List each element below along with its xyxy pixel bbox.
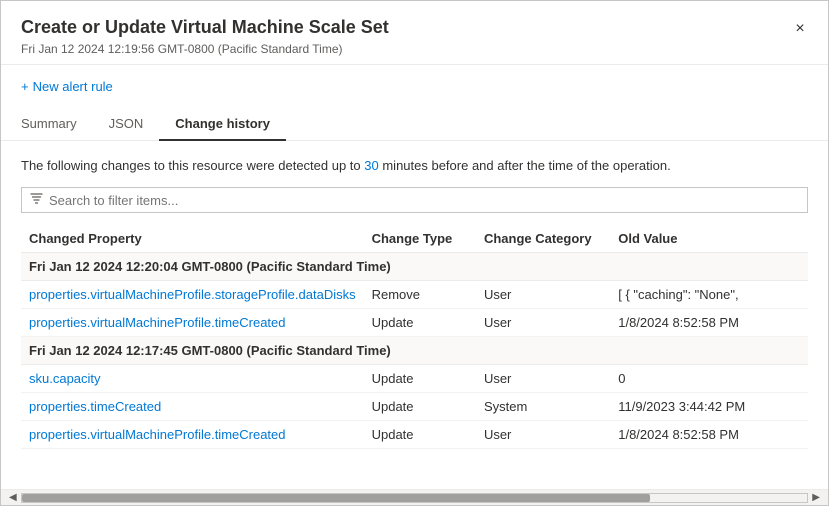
old-value-cell: 11/9/2023 3:44:42 PM [610, 393, 808, 421]
change-history-table: Changed Property Change Type Change Cate… [21, 225, 808, 449]
info-suffix: minutes before and after the time of the… [379, 158, 671, 173]
tab-change-history[interactable]: Change history [159, 108, 286, 141]
old-value-cell: 1/8/2024 8:52:58 PM [610, 421, 808, 449]
change-type-cell: Update [364, 421, 476, 449]
group-label: Fri Jan 12 2024 12:20:04 GMT-0800 (Pacif… [21, 253, 808, 281]
tab-summary[interactable]: Summary [21, 108, 93, 141]
property-cell[interactable]: properties.virtualMachineProfile.storage… [21, 281, 364, 309]
table-header-row: Changed Property Change Type Change Cate… [21, 225, 808, 253]
info-highlight: 30 [364, 158, 378, 173]
search-input[interactable] [49, 193, 799, 208]
property-cell[interactable]: properties.virtualMachineProfile.timeCre… [21, 421, 364, 449]
tab-json[interactable]: JSON [93, 108, 160, 141]
change-type-cell: Remove [364, 281, 476, 309]
table-row: properties.virtualMachineProfile.storage… [21, 281, 808, 309]
dialog-container: Create or Update Virtual Machine Scale S… [1, 1, 828, 505]
horizontal-scrollbar[interactable]: ◀ ▶ [1, 489, 828, 505]
scroll-right-arrow[interactable]: ▶ [808, 492, 824, 503]
change-category-cell: User [476, 365, 610, 393]
change-type-cell: Update [364, 393, 476, 421]
old-value-cell: 1/8/2024 8:52:58 PM [610, 309, 808, 337]
new-alert-rule-button[interactable]: + New alert rule [21, 75, 113, 98]
change-history-table-container[interactable]: Changed Property Change Type Change Cate… [21, 225, 808, 489]
change-type-cell: Update [364, 309, 476, 337]
scrollbar-thumb[interactable] [22, 494, 650, 502]
new-alert-label: New alert rule [33, 79, 113, 94]
info-prefix: The following changes to this resource w… [21, 158, 364, 173]
property-cell[interactable]: properties.timeCreated [21, 393, 364, 421]
old-value-cell: 0 [610, 365, 808, 393]
col-header-change-category: Change Category [476, 225, 610, 253]
group-label: Fri Jan 12 2024 12:17:45 GMT-0800 (Pacif… [21, 337, 808, 365]
change-type-cell: Update [364, 365, 476, 393]
info-text: The following changes to this resource w… [21, 157, 808, 175]
table-row: properties.virtualMachineProfile.timeCre… [21, 309, 808, 337]
dialog-subtitle: Fri Jan 12 2024 12:19:56 GMT-0800 (Pacif… [21, 42, 808, 56]
filter-icon [30, 192, 43, 208]
close-button[interactable]: × [788, 17, 812, 41]
plus-icon: + [21, 79, 29, 94]
main-content: The following changes to this resource w… [1, 141, 828, 489]
change-category-cell: User [476, 281, 610, 309]
change-category-cell: User [476, 421, 610, 449]
close-icon: × [795, 20, 804, 38]
change-category-cell: User [476, 309, 610, 337]
col-header-old-value: Old Value [610, 225, 808, 253]
property-cell[interactable]: sku.capacity [21, 365, 364, 393]
table-row: properties.timeCreatedUpdateSystem11/9/2… [21, 393, 808, 421]
table-row: sku.capacityUpdateUser0 [21, 365, 808, 393]
property-cell[interactable]: properties.virtualMachineProfile.timeCre… [21, 309, 364, 337]
col-header-change-type: Change Type [364, 225, 476, 253]
change-category-cell: System [476, 393, 610, 421]
dialog-header: Create or Update Virtual Machine Scale S… [1, 1, 828, 65]
scroll-left-arrow[interactable]: ◀ [5, 492, 21, 503]
col-header-changed-property: Changed Property [21, 225, 364, 253]
toolbar: + New alert rule [1, 65, 828, 108]
search-bar [21, 187, 808, 213]
group-row: Fri Jan 12 2024 12:17:45 GMT-0800 (Pacif… [21, 337, 808, 365]
tab-bar: Summary JSON Change history [1, 108, 828, 141]
scrollbar-track[interactable] [21, 493, 809, 503]
dialog-title: Create or Update Virtual Machine Scale S… [21, 17, 808, 38]
group-row: Fri Jan 12 2024 12:20:04 GMT-0800 (Pacif… [21, 253, 808, 281]
old-value-cell: [ { "caching": "None", [610, 281, 808, 309]
table-row: properties.virtualMachineProfile.timeCre… [21, 421, 808, 449]
